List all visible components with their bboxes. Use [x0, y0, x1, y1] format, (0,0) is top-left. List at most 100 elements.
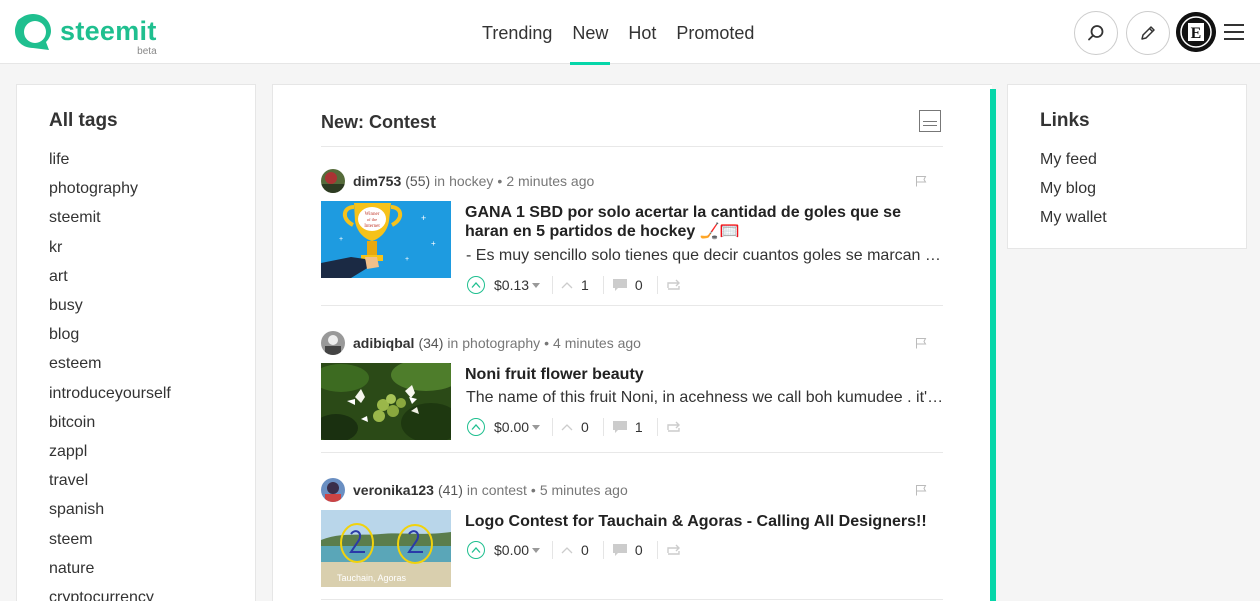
nav-new[interactable]: New: [562, 0, 618, 65]
upvote-button[interactable]: [467, 418, 485, 436]
tag-item[interactable]: bitcoin: [49, 408, 171, 437]
steemit-logo-icon: [15, 14, 51, 50]
link-my-wallet[interactable]: My wallet: [1040, 203, 1107, 232]
divider: [656, 418, 658, 436]
tag-item[interactable]: life: [49, 145, 171, 174]
post-title[interactable]: Logo Contest for Tauchain & Agoras - Cal…: [465, 512, 945, 531]
payout-value: $0.13: [494, 277, 530, 293]
post-author[interactable]: veronika123: [353, 482, 434, 498]
comment-count: 0: [634, 277, 643, 293]
hamburger-menu-icon[interactable]: [1223, 22, 1245, 42]
caret-down-icon: [532, 424, 541, 430]
tag-item[interactable]: kr: [49, 233, 171, 262]
flag-icon[interactable]: [915, 484, 927, 496]
tag-item[interactable]: zappl: [49, 437, 171, 466]
resteem-icon: [666, 544, 680, 555]
meta-separator: •: [530, 482, 536, 498]
upvote-button[interactable]: [467, 276, 485, 294]
chevron-up-icon: [561, 547, 573, 554]
in-label: in: [447, 335, 459, 351]
caret-down-icon: [532, 547, 541, 553]
post-meta: adibiqbal (34) in photography • 4 minute…: [321, 331, 641, 355]
top-header: steemit beta Trending New Hot Promoted E: [0, 0, 1260, 65]
tag-item[interactable]: esteem: [49, 349, 171, 378]
post-body-preview[interactable]: - Es muy sencillo solo tienes que decir …: [466, 247, 944, 265]
tag-item[interactable]: cryptocurrency: [49, 583, 171, 601]
comments-link[interactable]: 0: [612, 542, 643, 558]
author-avatar[interactable]: [321, 478, 345, 502]
brand-name: steemit: [60, 16, 157, 46]
post-title[interactable]: GANA 1 SBD por solo acertar la cantidad …: [465, 203, 945, 241]
post-category[interactable]: contest: [482, 482, 527, 498]
divider: [321, 146, 943, 147]
post-meta: dim753 (55) in hockey • 2 minutes ago: [321, 169, 594, 193]
post-time[interactable]: 2 minutes ago: [506, 173, 594, 189]
payout-dropdown[interactable]: $0.00: [494, 419, 541, 435]
tag-item[interactable]: nature: [49, 554, 171, 583]
post-category[interactable]: hockey: [449, 173, 493, 189]
search-button[interactable]: [1074, 11, 1118, 55]
steemit-logo[interactable]: steemit beta: [14, 12, 157, 57]
payout-value: $0.00: [494, 419, 530, 435]
nav-trending[interactable]: Trending: [472, 0, 562, 64]
tag-item[interactable]: blog: [49, 320, 171, 349]
flag-icon[interactable]: [915, 337, 927, 349]
post-meta: veronika123 (41) in contest • 5 minutes …: [321, 478, 628, 502]
post-time[interactable]: 5 minutes ago: [540, 482, 628, 498]
nav-hot[interactable]: Hot: [618, 0, 666, 64]
comment-icon: [612, 279, 627, 291]
post-thumbnail[interactable]: [321, 363, 451, 440]
payout-dropdown[interactable]: $0.00: [494, 542, 541, 558]
nav-promoted[interactable]: Promoted: [666, 0, 764, 64]
resteem-button[interactable]: [666, 278, 682, 292]
tag-item[interactable]: steem: [49, 525, 171, 554]
author-reputation: (34): [418, 335, 444, 351]
tag-item[interactable]: travel: [49, 466, 171, 495]
vote-count: 0: [581, 419, 589, 435]
post-thumbnail[interactable]: Winner of the Internet + + + +: [321, 201, 451, 278]
author-avatar[interactable]: [321, 331, 345, 355]
user-avatar[interactable]: E: [1176, 12, 1216, 52]
scroll-indicator: [990, 89, 996, 601]
post-body-preview[interactable]: The name of this fruit Noni, in acehness…: [466, 389, 944, 407]
post-author[interactable]: adibiqbal: [353, 335, 414, 351]
tag-list: life photography steemit kr art busy blo…: [49, 145, 171, 601]
divider: [602, 276, 604, 294]
resteem-button[interactable]: [666, 420, 682, 434]
resteem-icon: [666, 279, 680, 290]
in-label: in: [466, 482, 478, 498]
link-my-feed[interactable]: My feed: [1040, 145, 1107, 174]
submit-post-button[interactable]: [1126, 11, 1170, 55]
voters-dropdown[interactable]: 0: [561, 542, 589, 558]
tag-item[interactable]: introduceyourself: [49, 379, 171, 408]
voters-dropdown[interactable]: 0: [561, 419, 589, 435]
link-list: My feed My blog My wallet: [1040, 145, 1107, 233]
post-thumbnail[interactable]: Tauchain, Agoras: [321, 510, 451, 587]
tag-item[interactable]: steemit: [49, 203, 171, 232]
tag-item[interactable]: art: [49, 262, 171, 291]
post-category[interactable]: photography: [462, 335, 540, 351]
voters-dropdown[interactable]: 1: [561, 277, 589, 293]
tags-title: All tags: [49, 110, 118, 131]
divider: [321, 452, 943, 453]
post-author[interactable]: dim753: [353, 173, 401, 189]
comment-count: 1: [634, 419, 643, 435]
upvote-button[interactable]: [467, 541, 485, 559]
link-my-blog[interactable]: My blog: [1040, 174, 1107, 203]
divider: [552, 418, 554, 436]
tag-item[interactable]: photography: [49, 174, 171, 203]
comments-link[interactable]: 0: [612, 277, 643, 293]
payout-dropdown[interactable]: $0.13: [494, 277, 541, 293]
beta-badge: beta: [137, 46, 157, 57]
tag-item[interactable]: spanish: [49, 495, 171, 524]
flag-icon[interactable]: [915, 175, 927, 187]
resteem-button[interactable]: [666, 543, 682, 557]
layout-toggle-icon[interactable]: [919, 110, 941, 132]
author-avatar[interactable]: [321, 169, 345, 193]
post-time[interactable]: 4 minutes ago: [553, 335, 641, 351]
tag-item[interactable]: busy: [49, 291, 171, 320]
comments-link[interactable]: 1: [612, 419, 643, 435]
divider: [656, 541, 658, 559]
post-title[interactable]: Noni fruit flower beauty: [465, 365, 945, 384]
divider: [321, 305, 943, 306]
